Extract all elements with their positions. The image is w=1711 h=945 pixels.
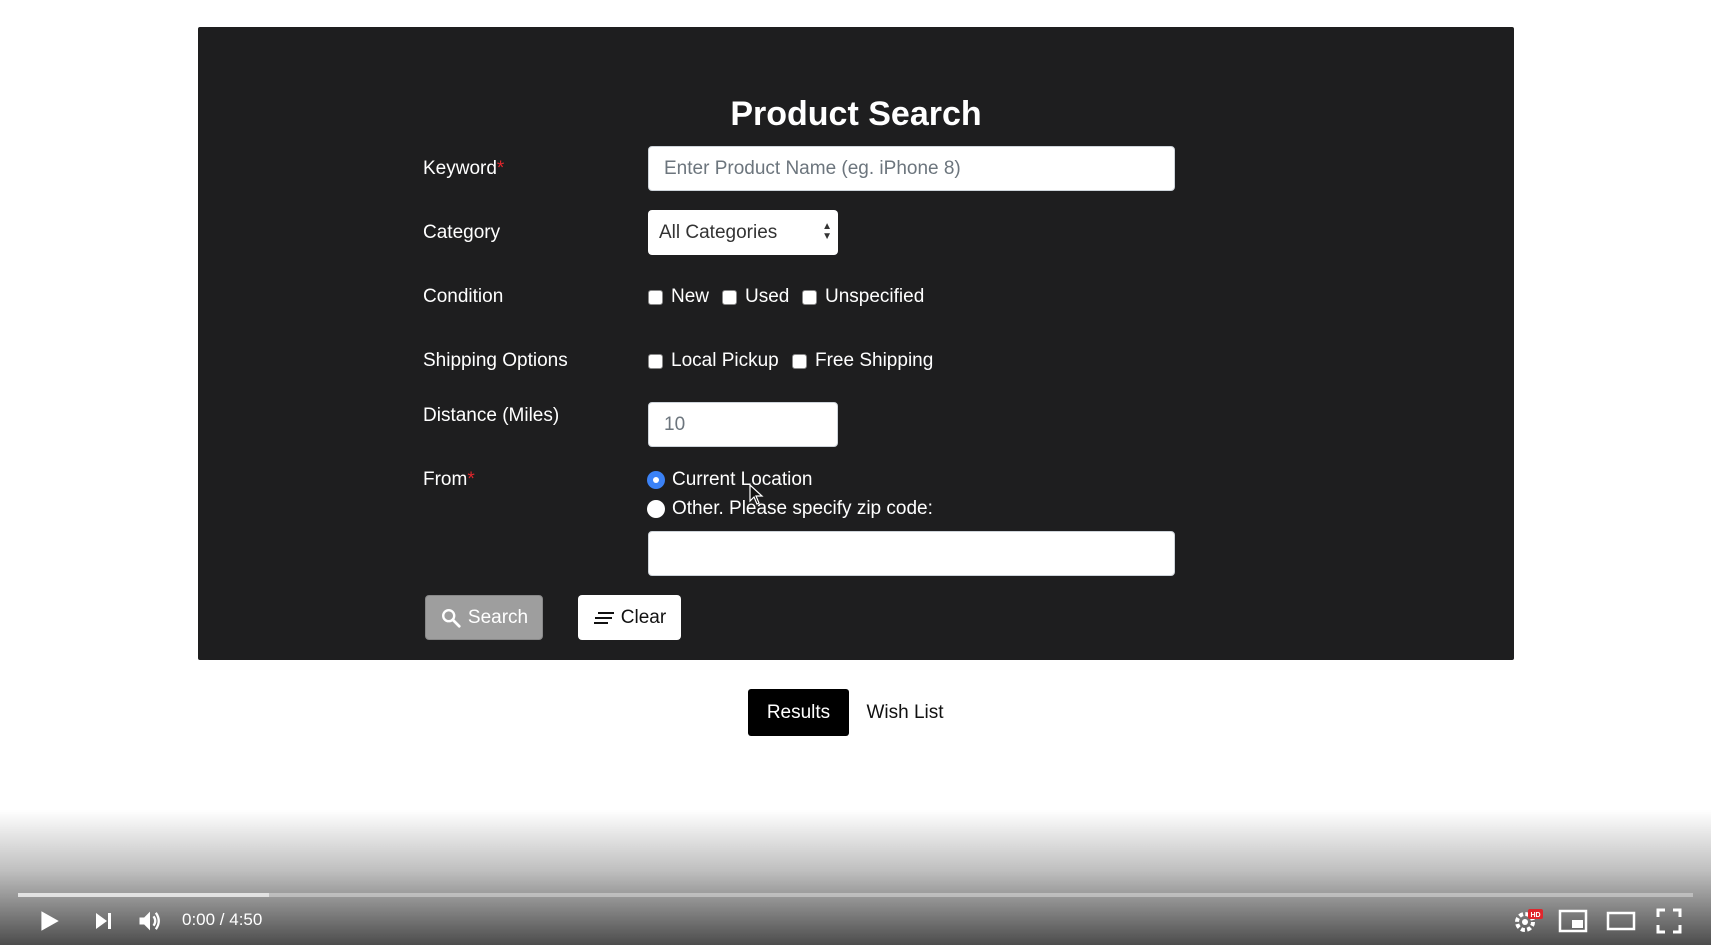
keyword-placeholder: Enter Product Name (eg. iPhone 8): [664, 157, 961, 179]
search-button-label: Search: [467, 606, 529, 628]
time-display: 0:00 / 4:50: [182, 910, 263, 929]
next-button[interactable]: [92, 906, 116, 936]
other-zip-radio[interactable]: [647, 500, 665, 518]
distance-value: 10: [664, 413, 686, 435]
play-button[interactable]: [36, 906, 62, 936]
from-current-location-option[interactable]: Current Location: [647, 469, 812, 491]
shipping-free-option[interactable]: Free Shipping: [792, 350, 933, 372]
current-location-text: Current Location: [672, 469, 813, 490]
shipping-label: Shipping Options: [423, 350, 568, 371]
tab-wish-list[interactable]: Wish List: [862, 689, 948, 736]
other-zip-text: Other. Please specify zip code:: [672, 498, 933, 519]
progress-bar-fill: [18, 893, 270, 897]
volume-icon: [139, 911, 160, 931]
free-shipping-checkbox[interactable]: [792, 353, 807, 369]
theater-mode-button[interactable]: [1606, 906, 1636, 936]
condition-new-option[interactable]: New: [648, 286, 709, 308]
fullscreen-button[interactable]: [1656, 906, 1682, 936]
clear-button[interactable]: Clear: [578, 595, 681, 640]
local-pickup-checkbox[interactable]: [648, 353, 663, 369]
settings-button[interactable]: HD: [1513, 906, 1545, 936]
from-other-option[interactable]: Other. Please specify zip code:: [647, 498, 933, 520]
condition-unspecified-text: Unspecified: [825, 286, 925, 307]
clear-button-label: Clear: [620, 606, 667, 628]
page: Product Search Keyword* Enter Product Na…: [0, 0, 1711, 945]
shipping-local-pickup-option[interactable]: Local Pickup: [648, 350, 779, 372]
keyword-input[interactable]: Enter Product Name (eg. iPhone 8): [648, 146, 1175, 191]
from-label: From*: [423, 469, 475, 490]
free-shipping-text: Free Shipping: [815, 350, 934, 371]
settings-hd-icon: HD: [1515, 909, 1543, 932]
select-arrows-icon: ▲ ▼: [822, 221, 832, 242]
category-selected-value: All Categories: [659, 221, 778, 243]
condition-used-text: Used: [745, 286, 790, 307]
condition-new-text: New: [671, 286, 710, 307]
condition-unspecified-checkbox[interactable]: [802, 289, 817, 305]
keyword-label: Keyword*: [423, 158, 505, 179]
progress-bar[interactable]: [18, 893, 1693, 897]
current-location-radio[interactable]: [647, 471, 665, 489]
category-select[interactable]: All Categories ▲ ▼: [648, 210, 838, 255]
next-icon: [96, 913, 111, 929]
clear-lines-icon: [593, 611, 614, 624]
category-label: Category: [423, 222, 501, 243]
search-icon: [441, 608, 461, 628]
condition-new-checkbox[interactable]: [648, 289, 663, 305]
svg-text:HD: HD: [1530, 912, 1540, 919]
condition-label: Condition: [423, 286, 504, 307]
condition-used-option[interactable]: Used: [722, 286, 789, 308]
theater-icon: [1606, 911, 1636, 931]
condition-used-checkbox[interactable]: [722, 289, 737, 305]
play-icon: [41, 911, 59, 931]
page-title: Product Search: [730, 95, 982, 133]
miniplayer-icon: [1558, 909, 1588, 933]
zip-code-input[interactable]: [648, 531, 1175, 576]
from-required-mark: *: [467, 469, 475, 490]
volume-button[interactable]: [136, 906, 164, 936]
tab-results[interactable]: Results: [748, 689, 849, 736]
local-pickup-text: Local Pickup: [671, 350, 779, 371]
miniplayer-button[interactable]: [1558, 906, 1588, 936]
distance-input[interactable]: 10: [648, 402, 838, 447]
fullscreen-icon: [1656, 908, 1682, 934]
keyword-required-mark: *: [496, 158, 505, 179]
distance-label: Distance (Miles): [423, 405, 560, 426]
mouse-cursor-icon: [749, 484, 764, 505]
condition-unspecified-option[interactable]: Unspecified: [802, 286, 924, 308]
search-button[interactable]: Search: [425, 595, 543, 640]
